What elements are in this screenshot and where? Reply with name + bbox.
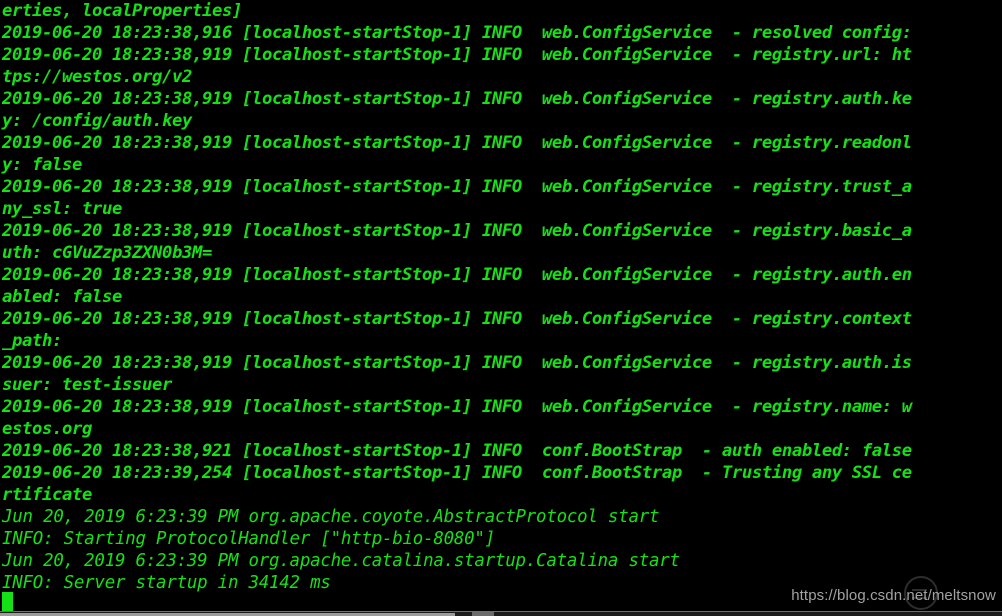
log-line: 2019-06-20 18:23:38,919 [localhost-start… <box>2 265 912 285</box>
log-line: 2019-06-20 18:23:38,919 [localhost-start… <box>2 353 912 373</box>
horizontal-scrollbar[interactable] <box>0 611 1002 616</box>
log-line: 2019-06-20 18:23:38,919 [localhost-start… <box>2 309 912 329</box>
terminal-window[interactable]: erties, localProperties] 2019-06-20 18:23… <box>0 0 1002 616</box>
log-line: 2019-06-20 18:23:38,919 [localhost-start… <box>2 133 912 153</box>
log-line: rtificate <box>2 485 92 505</box>
log-line: tps://westos.org/v2 <box>2 67 192 87</box>
console-output: erties, localProperties] 2019-06-20 18:23… <box>0 0 1002 594</box>
log-line: ny_ssl: true <box>2 199 122 219</box>
log-line: 2019-06-20 18:23:38,919 [localhost-start… <box>2 45 912 65</box>
log-line: 2019-06-20 18:23:38,921 [localhost-start… <box>2 441 912 461</box>
log-line: estos.org <box>2 419 92 439</box>
log-line: 2019-06-20 18:23:38,919 [localhost-start… <box>2 89 912 109</box>
log-line: uth: cGVuZzp3ZXN0b3M= <box>2 243 212 263</box>
log-line: Jun 20, 2019 6:23:39 PM org.apache.catal… <box>2 551 680 571</box>
log-line: y: /config/auth.key <box>2 111 192 131</box>
log-line: 2019-06-20 18:23:38,916 [localhost-start… <box>2 23 912 43</box>
log-line: 2019-06-20 18:23:38,919 [localhost-start… <box>2 221 912 241</box>
log-line: suer: test-issuer <box>2 375 172 395</box>
log-line: INFO: Starting ProtocolHandler ["http-bi… <box>2 529 495 549</box>
log-line: abled: false <box>2 287 122 307</box>
log-line: 2019-06-20 18:23:38,919 [localhost-start… <box>2 177 912 197</box>
log-line: _path: <box>2 331 62 351</box>
log-line: y: false <box>2 155 82 175</box>
log-line: INFO: Server startup in 34142 ms <box>2 573 331 593</box>
log-line: erties, localProperties] <box>2 1 242 21</box>
horizontal-scrollbar-grip[interactable] <box>472 612 494 616</box>
log-line: 2019-06-20 18:23:39,254 [localhost-start… <box>2 463 912 483</box>
log-line: Jun 20, 2019 6:23:39 PM org.apache.coyot… <box>2 507 660 527</box>
log-line: 2019-06-20 18:23:38,919 [localhost-start… <box>2 397 912 417</box>
block-cursor <box>2 592 13 612</box>
